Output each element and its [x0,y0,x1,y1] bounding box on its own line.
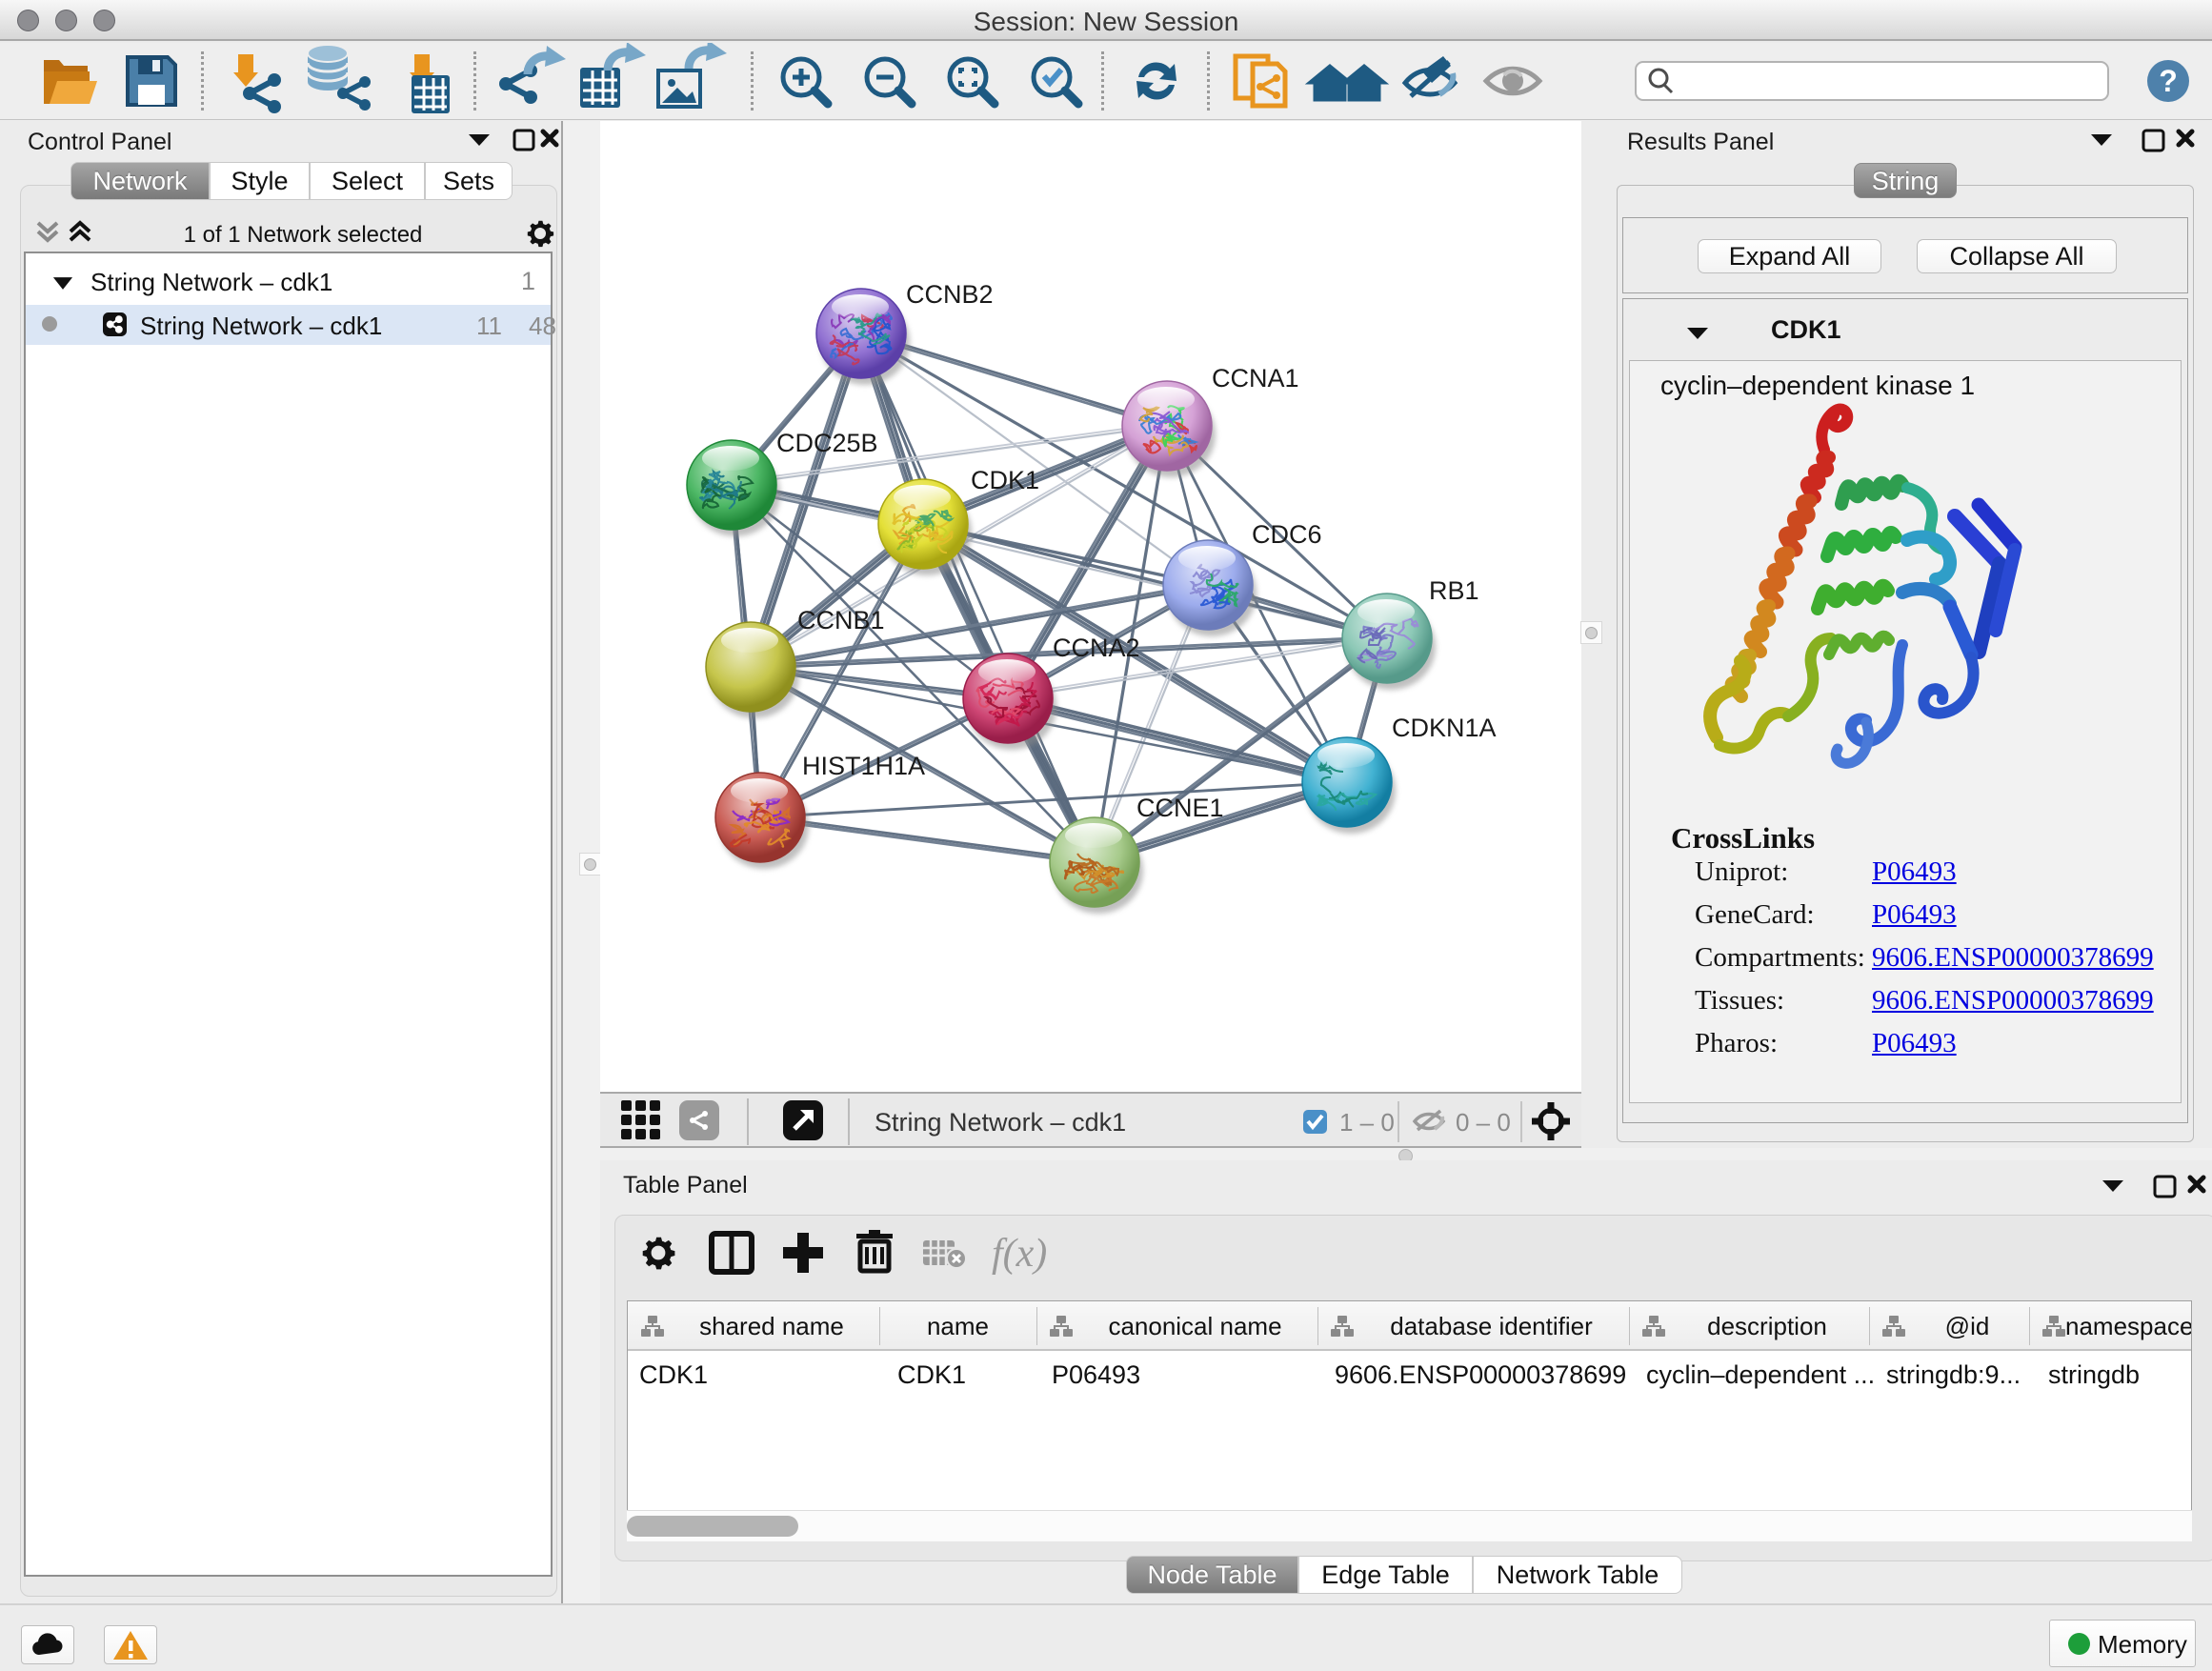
svg-text:CCNA2: CCNA2 [1053,634,1140,662]
svg-text:HIST1H1A: HIST1H1A [802,752,925,780]
svg-text:CCNB2: CCNB2 [906,280,994,309]
svg-text:CCNE1: CCNE1 [1136,794,1224,822]
svg-text:CDC25B: CDC25B [776,429,878,457]
svg-text:?: ? [2159,64,2178,98]
svg-text:CDKN1A: CDKN1A [1392,714,1497,742]
svg-text:0 – 0: 0 – 0 [1456,1108,1511,1137]
svg-text:CCNA1: CCNA1 [1212,364,1299,393]
svg-text:CDC6: CDC6 [1252,520,1322,549]
svg-text:f(x): f(x) [992,1232,1047,1276]
svg-text:CCNB1: CCNB1 [797,606,885,634]
svg-text:1 – 0: 1 – 0 [1339,1108,1395,1137]
svg-text:RB1: RB1 [1429,576,1479,605]
svg-text:CDK1: CDK1 [971,466,1039,494]
svg-text:String Network – cdk1: String Network – cdk1 [875,1108,1126,1137]
